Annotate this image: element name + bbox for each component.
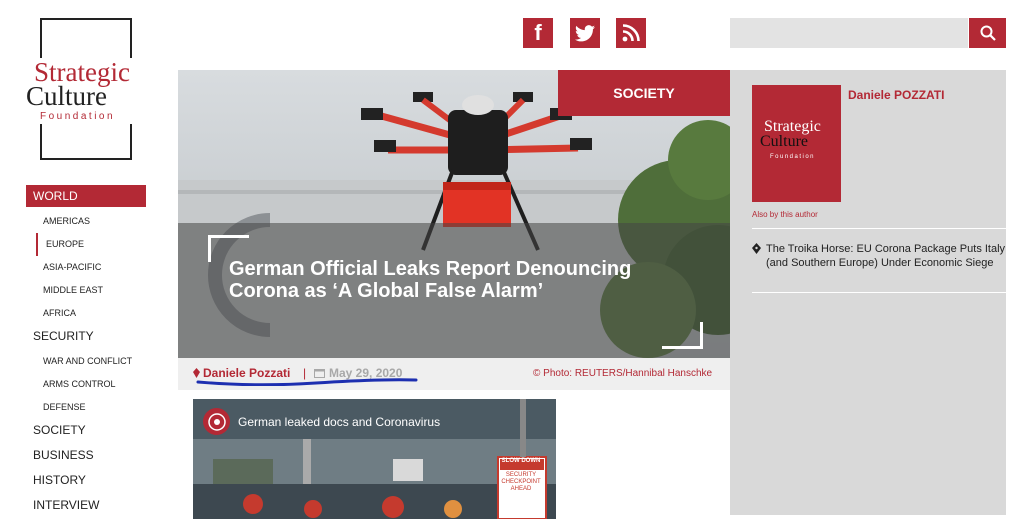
nav-europe[interactable]: EUROPE [36,233,146,256]
category-badge[interactable]: SOCIETY [558,70,730,116]
nav-arms-control[interactable]: ARMS CONTROL [26,373,146,396]
nav-history[interactable]: HISTORY [26,469,146,491]
twitter-button[interactable] [570,18,600,48]
road-sign-line-4: AHEAD [510,486,532,492]
nav-africa[interactable]: AFRICA [26,302,146,325]
pen-nib-icon [193,368,200,378]
calendar-icon [314,369,325,378]
sidebar-author-name[interactable]: Daniele POZZATI [848,88,944,102]
nav-society[interactable]: SOCIETY [26,419,146,441]
site-logo[interactable]: Strategic Culture Foundation [24,58,154,124]
road-sign-line-1: SLOW DOWN [501,458,541,464]
channel-logo-icon [207,412,226,431]
video-title[interactable]: German leaked docs and Coronavirus [238,415,440,429]
author-photo[interactable]: Strategic Culture Foundation [752,85,841,202]
author-photo-logo: Strategic Culture Foundation [760,118,821,165]
road-sign-text: SECURITY CHECKPOINT AHEAD [499,472,543,493]
author-photo-line-3: Foundation [770,154,816,160]
rss-button[interactable] [616,18,646,48]
nav-security[interactable]: SECURITY [26,325,146,347]
logo-line-3: Foundation [40,111,116,122]
facebook-icon: f [534,20,542,45]
nav-interview[interactable]: INTERVIEW [26,494,146,516]
nav-asia-pacific[interactable]: ASIA-PACIFIC [26,256,146,279]
logo-line-2: Culture [26,81,107,111]
main-nav: WORLD AMERICAS EUROPE ASIA-PACIFIC MIDDL… [26,185,146,519]
related-article-link[interactable]: The Troika Horse: EU Corona Package Puts… [766,242,1006,270]
search-button[interactable] [969,18,1006,48]
rss-icon [622,24,640,42]
nav-war-and-conflict[interactable]: WAR AND CONFLICT [26,350,146,373]
search-input[interactable] [730,18,968,48]
author-photo-line-1: Strategic [764,118,821,135]
pen-nib-icon [752,243,761,254]
sidebar-divider [752,292,1006,293]
nav-world[interactable]: WORLD [26,185,146,207]
search-icon [980,25,996,41]
author-photo-line-2: Culture [760,133,808,150]
road-sign-line-3: CHECKPOINT [501,479,541,485]
nav-defense[interactable]: DEFENSE [26,396,146,419]
road-sign-line-2: SECURITY [505,472,537,478]
article-title[interactable]: German Official Leaks Report Denouncing … [229,258,649,302]
photo-credit: © Photo: REUTERS/Hannibal Hanschke [533,368,713,379]
annotation-underline [196,378,418,386]
channel-avatar[interactable] [203,408,230,435]
twitter-icon [575,24,595,41]
sidebar-divider [752,228,1006,229]
nav-middle-east[interactable]: MIDDLE EAST [26,279,146,302]
facebook-button[interactable]: f [523,18,553,48]
also-by-label: Also by this author [752,210,818,219]
nav-business[interactable]: BUSINESS [26,444,146,466]
nav-americas[interactable]: AMERICAS [26,210,146,233]
corner-decoration-bottom-right [662,322,703,349]
